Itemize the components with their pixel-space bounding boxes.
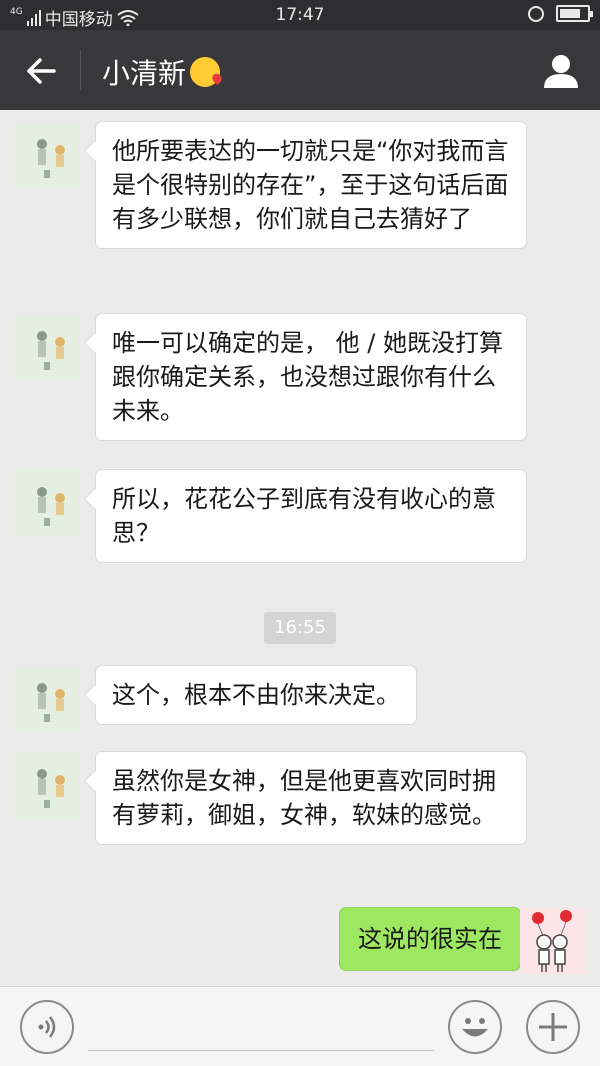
message-text: 这说的很实在 — [358, 925, 502, 953]
message-input[interactable] — [88, 1005, 434, 1051]
contact-avatar[interactable] — [14, 752, 80, 818]
message-text: 他所要表达的一切就只是“你对我而言是个很特别的存在”，至于这句话后面有多少联想，… — [112, 137, 509, 233]
contact-avatar[interactable] — [14, 314, 80, 380]
voice-button[interactable] — [20, 1000, 74, 1054]
smiley-icon — [462, 1018, 488, 1037]
kissing-face-emoji-icon — [190, 57, 221, 87]
back-arrow-icon[interactable] — [24, 54, 58, 88]
message-bubble[interactable]: 他所要表达的一切就只是“你对我而言是个很特别的存在”，至于这句话后面有多少联想，… — [96, 122, 526, 248]
header-divider — [80, 50, 81, 90]
message-text: 唯一可以确定的是， 他 / 她既没打算跟你确定关系，也没想过跟你有什么未来。 — [112, 329, 503, 425]
contact-avatar[interactable] — [14, 122, 80, 188]
message-text: 所以，花花公子到底有没有收心的意思？ — [112, 485, 496, 547]
contact-avatar[interactable] — [14, 666, 80, 732]
status-time: 17:47 — [275, 5, 325, 25]
message-bubble[interactable]: 唯一可以确定的是， 他 / 她既没打算跟你确定关系，也没想过跟你有什么未来。 — [96, 314, 526, 440]
message-text: 这个，根本不由你来决定。 — [112, 681, 400, 709]
message-bubble[interactable]: 所以，花花公子到底有没有收心的意思？ — [96, 470, 526, 562]
message-bubble[interactable]: 虽然你是女神，但是他更喜欢同时拥有萝莉，御姐，女神，软妹的感觉。 — [96, 752, 526, 844]
alarm-icon — [528, 5, 544, 22]
plus-icon — [539, 1013, 567, 1041]
my-avatar[interactable] — [520, 908, 586, 974]
my-message-bubble[interactable]: 这说的很实在 — [340, 908, 520, 970]
more-button[interactable] — [526, 1000, 580, 1054]
status-right — [528, 5, 593, 22]
voice-icon — [38, 1016, 56, 1038]
status-bar: 4G 中国移动 17:47 — [0, 0, 600, 30]
message-bubble[interactable]: 这个，根本不由你来决定。 — [96, 666, 416, 724]
timestamp-divider: 16:55 — [264, 612, 336, 644]
chat-header: 小清新 — [0, 30, 600, 110]
contact-name: 小清新 — [102, 57, 187, 90]
input-bar — [0, 986, 600, 1066]
emoji-button[interactable] — [448, 1000, 502, 1054]
chat-area[interactable]: 他所要表达的一切就只是“你对我而言是个很特别的存在”，至于这句话后面有多少联想，… — [0, 110, 600, 986]
message-text: 虽然你是女神，但是他更喜欢同时拥有萝莉，御姐，女神，软妹的感觉。 — [112, 767, 496, 829]
contact-avatar[interactable] — [14, 470, 80, 536]
chat-title: 小清新 — [102, 52, 221, 92]
profile-icon[interactable] — [542, 52, 580, 90]
battery-icon — [556, 5, 593, 22]
